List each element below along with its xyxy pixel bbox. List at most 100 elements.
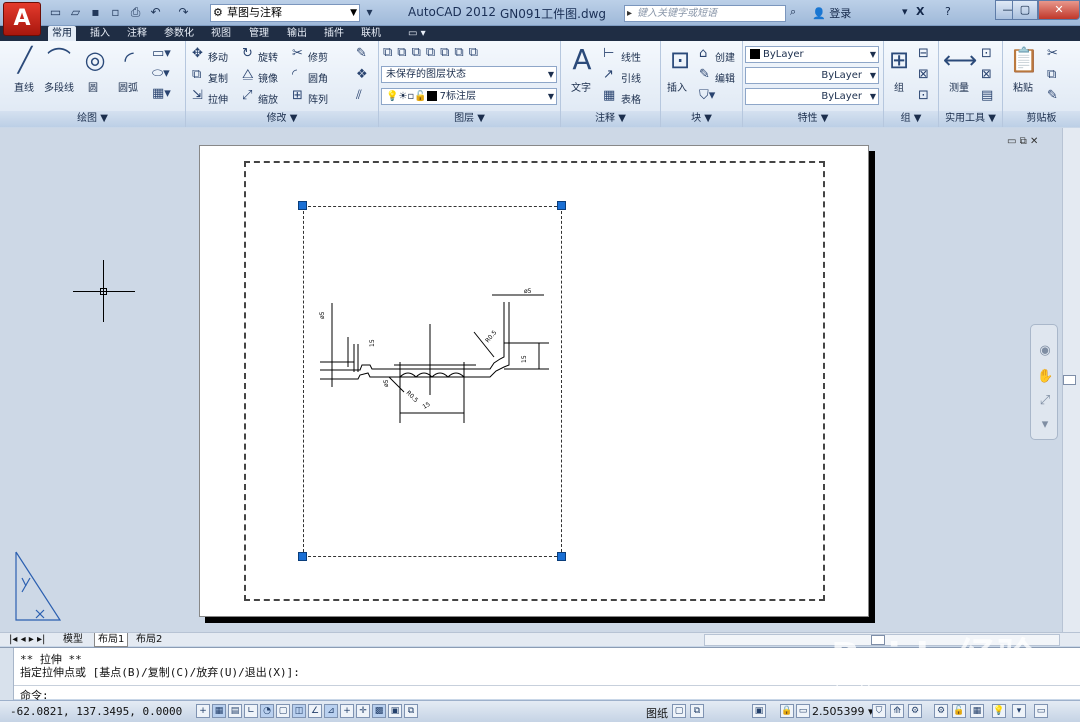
line-icon[interactable]: ╱ [10, 45, 40, 75]
hatch-icon[interactable]: ▦▾ [152, 87, 171, 101]
leader-icon[interactable]: ↗ [603, 68, 614, 82]
move-icon[interactable]: ✥ [192, 47, 203, 61]
polar-tracking-icon[interactable]: ◔ [260, 704, 274, 718]
copy-label[interactable]: 复制 [208, 70, 228, 85]
tab-output[interactable]: 输出 [283, 26, 311, 41]
offset-icon[interactable]: ⫽ [356, 89, 362, 103]
scale-label[interactable]: 缩放 [258, 91, 278, 106]
status-menu-icon[interactable]: ▾ [1012, 704, 1026, 718]
rotate-label[interactable]: 旋转 [258, 49, 278, 64]
paper-sheet[interactable]: ø5 15 R0.5 R0.5 15 15 ø5 ø5 [199, 145, 869, 617]
group-icon[interactable]: ⊞ [884, 45, 914, 75]
viewport-grip[interactable] [557, 552, 566, 561]
table-icon[interactable]: ▦ [603, 89, 615, 103]
3d-object-snap-icon[interactable]: ◫ [292, 704, 306, 718]
coordinate-readout[interactable]: -62.0821, 137.3495, 0.0000 [10, 705, 182, 718]
scale-icon[interactable]: ⤢ [242, 89, 252, 103]
print-icon[interactable]: ⎙ [128, 5, 143, 20]
stretch-icon[interactable]: ⇲ [192, 89, 203, 103]
create-label[interactable]: 创建 [715, 49, 735, 64]
maximize-button[interactable]: ▢ [1012, 0, 1038, 20]
layer-state-select[interactable]: 未保存的图层状态 ▼ [381, 66, 557, 83]
object-snap-tracking-icon[interactable]: ∠ [308, 704, 322, 718]
group-label[interactable]: 组 [894, 79, 904, 94]
grid-display-icon[interactable]: ▤ [228, 704, 242, 718]
ribbon-display-toggle[interactable]: ▭ ▾ [404, 26, 430, 41]
attribute-icon[interactable]: ⛉▾ [699, 89, 715, 103]
search-input[interactable]: ▸ 键入关键字或短语 [624, 5, 786, 22]
current-layer-select[interactable]: 💡☀▫🔓 7标注层 ▼ [381, 88, 557, 105]
isolate-objects-icon[interactable]: 💡 [992, 704, 1006, 718]
rotate-icon[interactable]: ↻ [242, 47, 253, 61]
quick-select-icon[interactable]: ⊡ [981, 47, 992, 61]
annotation-panel-title[interactable]: 注释 ▼ [561, 111, 660, 127]
lineweight-select[interactable]: ByLayer ▼ [745, 88, 879, 105]
circle-label[interactable]: 圆 [88, 79, 98, 94]
arc-label[interactable]: 圆弧 [118, 79, 138, 94]
chevron-down-icon[interactable]: ▾ [902, 5, 908, 18]
text-label[interactable]: 文字 [571, 79, 591, 94]
application-menu-button[interactable]: A [3, 2, 41, 36]
fillet-icon[interactable]: ◜ [292, 68, 297, 82]
ellipse-icon[interactable]: ⬭▾ [152, 67, 170, 81]
tab-annotate[interactable]: 注释 [123, 26, 151, 41]
horizontal-scrollbar[interactable] [704, 634, 1060, 646]
utilities-panel-title[interactable]: 实用工具 ▼ [939, 111, 1002, 127]
workspace-switch-icon[interactable]: ⚙ [908, 704, 922, 718]
dynamic-ucs-icon[interactable]: ⊿ [324, 704, 338, 718]
lock-icon[interactable]: 🔒 [780, 704, 794, 718]
text-icon[interactable]: A [567, 45, 597, 75]
workspace-select[interactable]: ⚙ 草图与注释 ▼ [210, 4, 360, 22]
modify-panel-title[interactable]: 修改 ▼ [186, 111, 378, 127]
drawing-window-controls[interactable]: ▭ ⧉ ✕ [1007, 136, 1038, 147]
tab-layout2[interactable]: 布局2 [133, 633, 165, 647]
command-window-grip[interactable] [0, 648, 14, 700]
viewport-grip[interactable] [298, 201, 307, 210]
draw-panel-title[interactable]: 绘图 ▼ [0, 111, 185, 127]
create-block-icon[interactable]: ⌂ [699, 47, 707, 61]
edit-block-icon[interactable]: ✎ [699, 68, 710, 82]
login-button[interactable]: 👤 登录 [812, 5, 851, 21]
undo-icon[interactable]: ↶ [148, 5, 163, 20]
lineweight-icon[interactable]: ✛ [356, 704, 370, 718]
circle-icon[interactable]: ◎ [80, 45, 110, 75]
clipboard-panel-title[interactable]: 剪贴板 [1003, 111, 1080, 127]
array-label[interactable]: 阵列 [308, 91, 328, 106]
layout-nav-arrows[interactable]: |◂ ◂ ▸ ▸| [6, 633, 48, 647]
viewport-grip[interactable] [298, 552, 307, 561]
insert-block-icon[interactable]: ⊡ [665, 45, 695, 75]
hardware-accel-icon[interactable]: ▦ [970, 704, 984, 718]
select-all-icon[interactable]: ⊠ [981, 68, 992, 82]
viewport-scale-value[interactable]: 2.505399 ▾ [812, 705, 874, 718]
object-snap-icon[interactable]: ▢ [276, 704, 290, 718]
stretch-label[interactable]: 拉伸 [208, 91, 228, 106]
rectangle-icon[interactable]: ▭▾ [152, 47, 171, 61]
selection-cycling-icon[interactable]: ⧉ [404, 704, 418, 718]
chevron-down-icon[interactable]: ▾ [1037, 417, 1053, 433]
ungroup-icon[interactable]: ⊟ [918, 47, 929, 61]
quick-access-menu-icon[interactable]: ▾ [362, 5, 377, 20]
command-input[interactable]: 命令: [14, 685, 1080, 702]
tab-manage[interactable]: 管理 [245, 26, 273, 41]
tab-home[interactable]: 常用 [48, 26, 76, 41]
drawing-area[interactable]: ø5 15 R0.5 R0.5 15 15 ø5 ø5 ▭ ⧉ ✕ ◉ ✋ ⤢ … [0, 128, 1080, 632]
paper-space-toggle[interactable]: 图纸 [646, 705, 668, 721]
erase-icon[interactable]: ✎ [356, 47, 367, 61]
linetype-select[interactable]: ByLayer ▼ [745, 67, 879, 84]
layout-icon[interactable]: ▢ [672, 704, 686, 718]
array-icon[interactable]: ⊞ [292, 89, 303, 103]
polyline-icon[interactable]: ⌒ [44, 45, 74, 75]
layer-tools-icon[interactable]: ⧉⧉⧉⧉⧉⧉⧉ [383, 46, 483, 60]
tab-parametric[interactable]: 参数化 [160, 26, 198, 41]
pan-icon[interactable]: ✋ [1037, 369, 1053, 385]
snap-mode-icon[interactable]: ▦ [212, 704, 226, 718]
line-label[interactable]: 直线 [14, 79, 34, 94]
explode-icon[interactable]: ❖ [356, 68, 368, 82]
edit-label[interactable]: 编辑 [715, 70, 735, 85]
linear-label[interactable]: 线性 [621, 49, 641, 64]
redo-icon[interactable]: ↷ [176, 5, 191, 20]
mirror-label[interactable]: 镜像 [258, 70, 278, 85]
save-icon[interactable]: ▪ [88, 5, 103, 20]
measure-label[interactable]: 测量 [949, 79, 969, 94]
tab-online[interactable]: 联机 [357, 26, 385, 41]
